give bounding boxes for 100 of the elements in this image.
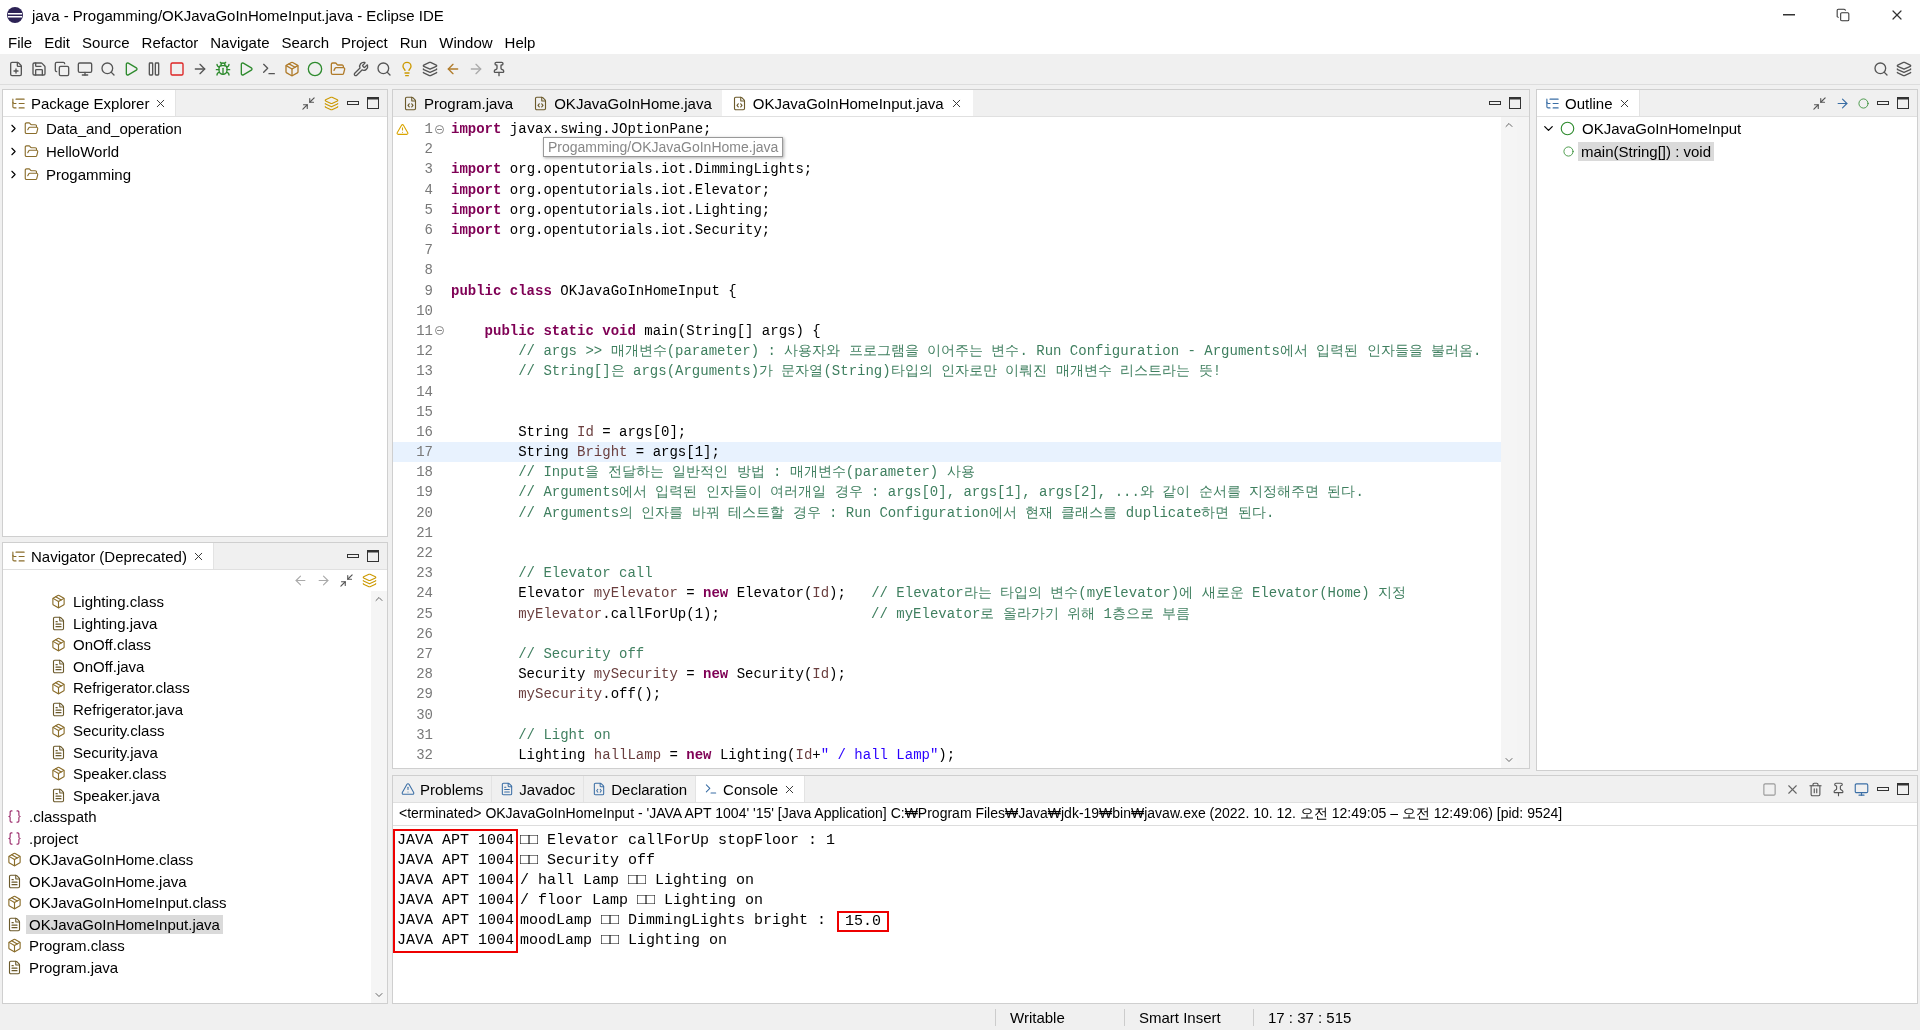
maximize-icon[interactable] <box>1897 97 1909 109</box>
tab-label: Program.java <box>424 94 514 112</box>
navigator-tree-item[interactable]: OKJavaGoInHomeInput.class <box>26 893 230 913</box>
run-button[interactable] <box>238 61 254 77</box>
navigator-tree-item[interactable]: OKJavaGoInHome.class <box>26 850 197 870</box>
navigator-tree-item[interactable]: .classpath <box>26 807 100 827</box>
menu-item[interactable]: Refactor <box>135 33 205 51</box>
console-line: □□ Elevator callForUp stopFloor : 1 <box>519 831 837 851</box>
line-number: 25 <box>415 605 433 622</box>
navigator-tree-item[interactable]: OKJavaGoInHome.java <box>26 871 190 891</box>
open-type-button[interactable] <box>330 61 346 77</box>
line-number: 11 <box>415 322 433 339</box>
fold-icon[interactable] <box>434 124 444 134</box>
minimize-icon[interactable] <box>347 554 359 558</box>
project-tree-item[interactable]: Progamming <box>43 165 135 184</box>
java-file-icon <box>51 615 66 631</box>
back-icon <box>445 61 461 77</box>
navigator-tree-item[interactable]: Refrigerator.class <box>70 678 193 698</box>
terminate-button[interactable] <box>169 61 185 77</box>
menu-item[interactable]: Run <box>393 33 434 51</box>
task-button[interactable] <box>353 61 369 77</box>
navigator-tree-item[interactable]: Lighting.java <box>70 613 161 633</box>
navigator-tree-item[interactable]: Speaker.java <box>70 785 163 805</box>
line-number: 5 <box>423 201 433 218</box>
navigator-tree-item[interactable]: OnOff.java <box>70 656 148 676</box>
minimize-icon[interactable] <box>1877 787 1889 791</box>
view-tab[interactable]: Package Explorer <box>3 90 177 116</box>
view-tab[interactable]: Console <box>696 776 806 802</box>
code-line: myElevator.callForUp(1); // myElevator로 올라가기 위해 1층으로 부름 <box>517 604 1191 623</box>
menu-item[interactable]: Help <box>498 33 542 51</box>
minimize-icon[interactable] <box>1489 101 1501 105</box>
code-line: import org.opentutorials.iot.Elevator; <box>450 181 771 198</box>
line-number: 21 <box>415 524 433 541</box>
maximize-icon[interactable] <box>367 550 379 562</box>
menu-item[interactable]: Navigate <box>204 33 276 51</box>
collapse-all-icon <box>1812 95 1827 111</box>
view-title: Navigator (Deprecated) <box>31 547 187 565</box>
java-file-icon <box>731 95 747 111</box>
line-number: 16 <box>415 423 433 440</box>
menu-item[interactable]: Source <box>76 33 136 51</box>
fold-icon[interactable] <box>434 326 444 336</box>
perspective-button[interactable] <box>1896 61 1912 77</box>
class-file-icon <box>7 895 22 911</box>
view-icon <box>401 782 415 796</box>
line-number: 14 <box>415 383 433 400</box>
minimize-icon[interactable] <box>347 101 359 105</box>
outline-item[interactable]: OKJavaGoInHomeInput <box>1579 119 1745 138</box>
scrollbar[interactable] <box>371 591 387 1003</box>
code-line: public class OKJavaGoInHomeInput { <box>450 282 737 299</box>
navigator-tree-item[interactable]: Program.class <box>26 936 128 956</box>
console-line: / floor Lamp □□ Lighting on <box>519 891 765 911</box>
debug-button[interactable] <box>215 61 231 77</box>
navigator-tree-item[interactable]: OKJavaGoInHomeInput.java <box>26 914 223 934</box>
search-button[interactable] <box>1873 61 1889 77</box>
pin-button[interactable] <box>491 61 507 77</box>
suspend-button[interactable] <box>146 61 162 77</box>
navigator-tree-item[interactable]: .project <box>26 828 82 848</box>
save-button[interactable] <box>31 61 47 77</box>
step-over-button[interactable] <box>192 61 208 77</box>
navigator-tree-item[interactable]: Security.java <box>70 742 161 762</box>
menu-item[interactable]: Search <box>275 33 335 51</box>
config-file-icon <box>7 830 22 846</box>
editor-tab[interactable]: OKJavaGoInHomeInput.java <box>721 90 973 116</box>
navigator-tree-item[interactable]: Refrigerator.java <box>70 699 187 719</box>
project-icon <box>24 167 39 182</box>
menu-item[interactable]: Edit <box>38 33 77 51</box>
search-button[interactable] <box>376 61 392 77</box>
project-tree-item[interactable]: HelloWorld <box>43 142 123 161</box>
pin-icon <box>491 61 507 77</box>
new-file-button[interactable] <box>8 61 24 77</box>
code-line: import javax.swing.JOptionPane; <box>450 121 712 138</box>
maximize-icon[interactable] <box>367 97 379 109</box>
view-tab[interactable]: Navigator (Deprecated) <box>3 543 214 569</box>
view-tab[interactable]: Outline <box>1537 90 1640 116</box>
project-tree-item[interactable]: Data_and_operation <box>43 119 185 138</box>
navigator-tree-item[interactable]: Program.java <box>26 957 122 977</box>
maximize-icon[interactable] <box>1509 97 1521 109</box>
collapse-all-icon <box>339 573 354 588</box>
navigator-tree-item[interactable]: Lighting.class <box>70 592 167 612</box>
menu-item[interactable]: File <box>2 33 39 51</box>
navigator-tree-item[interactable]: Speaker.class <box>70 764 170 784</box>
class-file-icon <box>51 637 66 653</box>
minimize-icon[interactable] <box>1877 101 1889 105</box>
java-file-icon <box>7 916 22 932</box>
scrollbar[interactable] <box>1501 117 1517 768</box>
menu-item[interactable]: Project <box>335 33 394 51</box>
java-file-icon <box>51 787 66 803</box>
code-line: import org.opentutorials.iot.DimmingLights; <box>450 161 813 178</box>
navigator-tree-item[interactable]: OnOff.class <box>70 635 155 655</box>
outline-item[interactable]: main(String[]) : void <box>1578 142 1715 161</box>
menu-item[interactable]: Window <box>433 33 499 51</box>
resume-button[interactable] <box>123 61 139 77</box>
maximize-icon[interactable] <box>1897 783 1909 795</box>
new-package-button[interactable] <box>284 61 300 77</box>
window-title: java - Progamming/OKJavaGoInHomeInput.java - Eclipse IDE <box>32 6 445 24</box>
back-button[interactable] <box>445 61 461 77</box>
code-line: import org.opentutorials.iot.Security; <box>450 222 771 239</box>
forward-icon <box>468 61 484 77</box>
save-all-button[interactable] <box>54 61 70 77</box>
navigator-tree-item[interactable]: Security.class <box>70 721 168 741</box>
